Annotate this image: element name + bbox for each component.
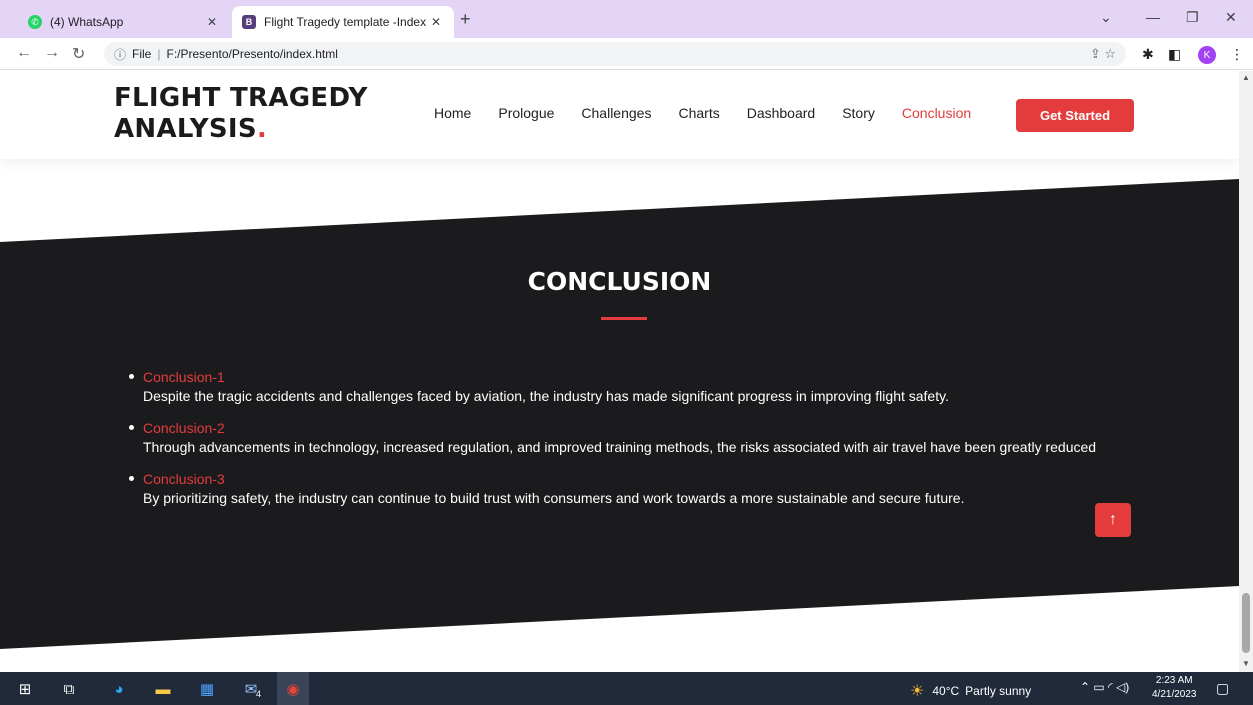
list-item: Conclusion-1 Despite the tragic accident… xyxy=(129,368,1143,407)
scheme-label: File xyxy=(132,47,152,61)
conclusion-text: Through advancements in technology, incr… xyxy=(143,439,1097,455)
conclusion-list: Conclusion-1 Despite the tragic accident… xyxy=(129,368,1143,521)
nav-dashboard[interactable]: Dashboard xyxy=(747,105,816,121)
share-and-bookmark-icons[interactable]: ⇪ ☆ xyxy=(1090,46,1116,62)
browser-tab-bar: ✆ (4) WhatsApp ✕ B Flight Tragedy templa… xyxy=(0,0,1253,38)
url-text: F:/Presento/Presento/index.html xyxy=(166,47,338,61)
tab-search-icon[interactable]: ⌄ xyxy=(1100,9,1112,26)
edge-icon[interactable]: ◕ xyxy=(108,678,130,700)
logo-line-2: ANALYSIS xyxy=(114,114,257,144)
tab-title: Flight Tragedy template -Index xyxy=(264,15,427,29)
conclusion-text: Despite the tragic accidents and challen… xyxy=(143,388,949,404)
address-separator: | xyxy=(157,47,161,61)
conclusion-label: Conclusion-3 xyxy=(143,471,225,487)
weather-widget[interactable]: ☀ 40°C Partly sunny xyxy=(910,681,1031,701)
site-logo[interactable]: FLIGHT TRAGEDY ANALYSIS. xyxy=(114,83,368,145)
tab-title: (4) WhatsApp xyxy=(50,15,124,29)
store-icon[interactable]: ▦ xyxy=(196,678,218,700)
extensions-icon[interactable]: ✱ xyxy=(1142,46,1154,63)
bootstrap-icon: B xyxy=(242,15,256,29)
logo-line-1: FLIGHT TRAGEDY xyxy=(114,83,368,113)
list-item: Conclusion-2 Through advancements in tec… xyxy=(129,419,1143,458)
main-nav: Home Prologue Challenges Charts Dashboar… xyxy=(434,105,998,121)
weather-temp: 40°C xyxy=(932,684,960,698)
notifications-icon[interactable]: ▢ xyxy=(1216,680,1229,697)
tab-flight-tragedy[interactable]: B Flight Tragedy template -Index ✕ xyxy=(232,6,454,38)
file-explorer-icon[interactable]: ▬ xyxy=(152,678,174,700)
back-icon[interactable]: ← xyxy=(16,44,32,62)
close-tab-icon[interactable]: ✕ xyxy=(428,15,444,29)
site-info-icon[interactable]: ⓘ xyxy=(114,46,126,63)
system-tray-icons[interactable]: ⌃ ▭ ◜ ◁) xyxy=(1080,680,1129,694)
windows-taskbar: ⊞ ⧉ ◕ ▬ ▦ ✉ 4 ◉ ☀ 40°C Partly sunny ⌃ ▭ … xyxy=(0,672,1253,705)
mail-badge: 4 xyxy=(256,689,262,699)
restore-icon[interactable]: ❐ xyxy=(1186,9,1199,26)
nav-conclusion[interactable]: Conclusion xyxy=(902,105,971,121)
title-underline xyxy=(601,317,647,320)
logo-dot: . xyxy=(256,114,268,144)
menu-icon[interactable]: ⋮ xyxy=(1230,46,1244,63)
side-panel-icon[interactable]: ◧ xyxy=(1168,46,1181,63)
start-icon[interactable]: ⊞ xyxy=(14,678,36,700)
weather-desc: Partly sunny xyxy=(965,684,1032,698)
conclusion-label: Conclusion-1 xyxy=(143,369,225,385)
partly-sunny-icon: ☀ xyxy=(910,683,925,700)
new-tab-button[interactable]: + xyxy=(460,10,471,28)
get-started-button[interactable]: Get Started xyxy=(1016,99,1134,132)
close-window-icon[interactable]: ✕ xyxy=(1225,9,1237,26)
nav-charts[interactable]: Charts xyxy=(678,105,719,121)
minimize-icon[interactable]: — xyxy=(1146,9,1160,25)
nav-prologue[interactable]: Prologue xyxy=(498,105,554,121)
address-toolbar: ← → ↻ ⓘ File | F:/Presento/Presento/inde… xyxy=(0,38,1253,70)
scrollbar-thumb[interactable] xyxy=(1242,593,1250,653)
web-page: FLIGHT TRAGEDY ANALYSIS. Home Prologue C… xyxy=(0,71,1239,672)
clock-date: 4/21/2023 xyxy=(1152,689,1197,700)
taskbar-clock[interactable]: 2:23 AM 4/21/2023 xyxy=(1152,674,1197,702)
scroll-up-icon[interactable]: ▲ xyxy=(1242,73,1250,82)
scroll-down-icon[interactable]: ▼ xyxy=(1242,659,1250,668)
profile-avatar[interactable]: K xyxy=(1198,46,1216,64)
nav-home[interactable]: Home xyxy=(434,105,471,121)
task-view-icon[interactable]: ⧉ xyxy=(58,678,80,700)
whatsapp-icon: ✆ xyxy=(28,15,42,29)
site-header: FLIGHT TRAGEDY ANALYSIS. Home Prologue C… xyxy=(0,71,1239,159)
nav-challenges[interactable]: Challenges xyxy=(581,105,651,121)
conclusion-label: Conclusion-2 xyxy=(143,420,225,436)
tab-whatsapp[interactable]: ✆ (4) WhatsApp ✕ xyxy=(18,6,230,38)
address-bar[interactable]: ⓘ File | F:/Presento/Presento/index.html… xyxy=(104,42,1126,66)
clock-time: 2:23 AM xyxy=(1155,675,1193,686)
chrome-icon[interactable]: ◉ xyxy=(282,678,304,700)
page-scrollbar[interactable]: ▲ ▼ xyxy=(1239,71,1253,672)
arrow-up-icon: ↑ xyxy=(1109,511,1117,528)
list-item: Conclusion-3 By prioritizing safety, the… xyxy=(129,470,1143,509)
back-to-top-button[interactable]: ↑ xyxy=(1095,503,1131,537)
section-title: CONCLUSION xyxy=(527,267,712,296)
forward-icon[interactable]: → xyxy=(44,44,60,62)
reload-icon[interactable]: ↻ xyxy=(72,44,85,64)
nav-story[interactable]: Story xyxy=(842,105,875,121)
close-tab-icon[interactable]: ✕ xyxy=(204,15,220,29)
conclusion-text: By prioritizing safety, the industry can… xyxy=(143,490,965,506)
